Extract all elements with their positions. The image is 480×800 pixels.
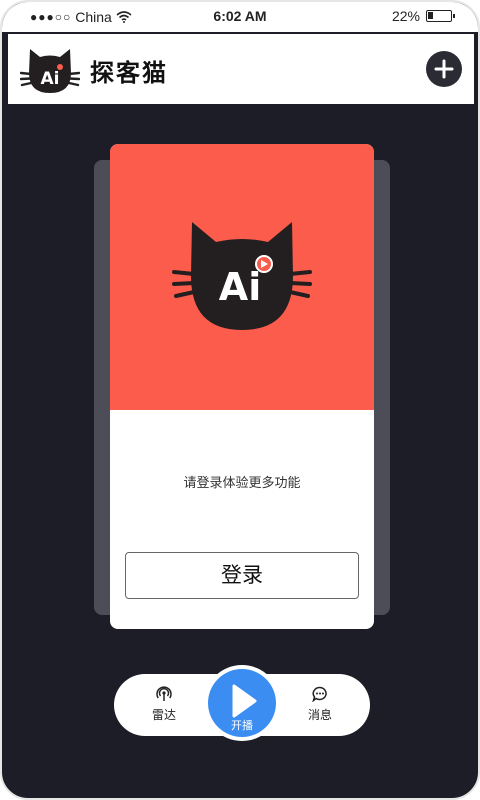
radar-icon bbox=[156, 686, 172, 701]
play-label: 开播 bbox=[231, 719, 253, 732]
login-card: Ai 请登录体验更多功能 登录 bbox=[110, 144, 374, 629]
battery-icon bbox=[426, 10, 455, 22]
app-header: Ai 探客猫 bbox=[8, 34, 474, 104]
logo-text: Ai bbox=[41, 69, 60, 89]
login-prompt: 请登录体验更多功能 bbox=[183, 476, 301, 491]
start-live-button[interactable]: 开播 bbox=[204, 665, 280, 741]
battery-status: 22% bbox=[391, 8, 455, 24]
app-title: 探客猫 bbox=[90, 59, 168, 87]
battery-percent: 22% bbox=[391, 8, 420, 24]
tab-radar-label: 雷达 bbox=[151, 708, 176, 722]
tab-messages-label: 消息 bbox=[307, 708, 332, 722]
plus-icon bbox=[434, 59, 454, 79]
mascot-logo-text: Ai bbox=[219, 265, 261, 309]
tab-messages[interactable]: 消息 bbox=[290, 686, 350, 723]
play-button-circle: 开播 bbox=[208, 669, 276, 737]
status-bar: ●●●○○ China 6:02 AM 22% bbox=[2, 2, 478, 32]
card-hero: Ai bbox=[110, 144, 374, 410]
login-button[interactable]: 登录 bbox=[125, 552, 359, 599]
cat-logo-icon: Ai bbox=[20, 49, 80, 93]
chat-icon bbox=[312, 686, 327, 702]
tab-radar[interactable]: 雷达 bbox=[134, 686, 194, 723]
phone-frame: ●●●○○ China 6:02 AM 22% Ai 探客猫 Ai 请登录体验更… bbox=[0, 0, 480, 800]
cat-mascot-icon: Ai bbox=[172, 222, 312, 330]
add-button[interactable] bbox=[426, 51, 462, 87]
